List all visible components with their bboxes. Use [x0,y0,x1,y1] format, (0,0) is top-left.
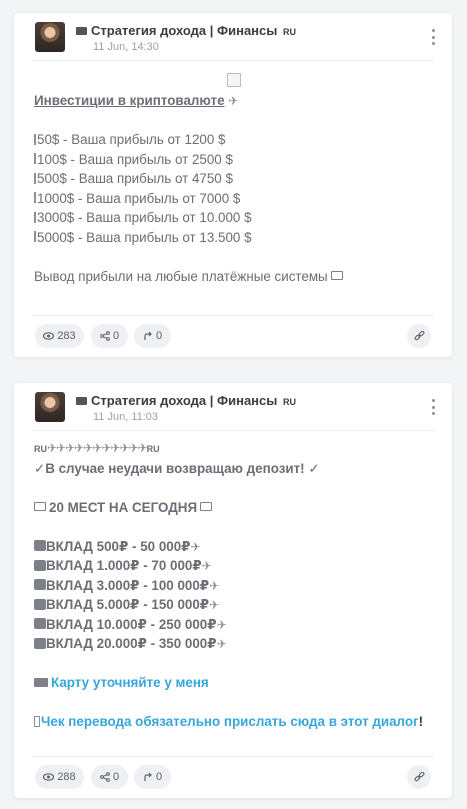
views-count: 288 [57,771,76,783]
views-counter[interactable]: 288 [35,765,84,789]
rocket-icon: ✈ [216,617,227,632]
flag-icon [76,26,87,35]
receipt-line: Чек перевода обязательно прислать сюда в… [34,712,434,732]
rocket-row-icons: ✈✈✈✈✈✈✈✈✈✈✈ [47,441,148,455]
post-body: Инвестиции в криптовалюте ✈ 50$ - Ваша п… [32,73,434,286]
emoji-box-icon [330,271,343,281]
deposit-line: ВКЛАД 500₽ - 50 000₽✈ [34,537,434,557]
post-card: Стратегия дохода | Финансы RU 11 Jun, 11… [14,383,452,798]
shares-counter[interactable]: 0 [91,765,128,789]
receipt-icon [34,715,40,727]
eye-icon [43,773,55,781]
tier-line: 1000$ - Ваша прибыль от 7000 $ [34,189,434,209]
views-count: 283 [57,330,76,342]
money-icon [34,618,46,630]
deposit-line: ВКЛАД 1.000₽ - 70 000₽✈ [34,556,434,576]
shares-counter[interactable]: 0 [91,324,128,348]
forward-icon [144,772,152,781]
tier-line: 5000$ - Ваша прибыль от 13.500 $ [34,228,434,248]
receipt-text: Чек перевода обязательно прислать сюда в… [41,714,419,729]
rocket-icon: ✈ [190,539,201,554]
copy-link-button[interactable] [407,765,431,789]
post-body: RU✈✈✈✈✈✈✈✈✈✈✈RU ✓В случае неудачи возвра… [32,431,434,732]
eye-icon [43,332,55,340]
post-footer: 288 0 0 [32,756,434,798]
views-counter[interactable]: 283 [35,324,84,348]
language-tag: RU [283,397,296,407]
channel-avatar[interactable] [35,392,65,422]
seats-line: 20 МЕСТ НА СЕГОДНЯ [34,498,434,518]
forwards-count: 0 [155,330,163,342]
withdraw-line: Вывод прибыли на любые платёжные системы [34,267,434,287]
rocket-icon: ✈ [209,578,220,593]
rocket-icon: ✈ [228,94,239,108]
shares-count: 0 [112,771,120,783]
forward-icon [144,331,152,340]
language-tag: RU [283,27,296,37]
post-card: Стратегия дохода | Финансы RU 11 Jun, 14… [14,13,452,357]
money-icon [34,637,46,649]
money-icon [34,559,46,571]
bar-icon [34,172,36,184]
emoji-box-icon [200,502,213,512]
kebab-menu-icon[interactable] [428,399,438,415]
bar-icon [34,133,36,145]
post-footer: 283 0 0 [32,315,434,357]
bar-icon [34,192,36,204]
rocket-icon: ✈ [216,637,227,651]
post-date: 11 Jun, 11:03 [93,411,159,423]
bar-icon [34,231,36,243]
channel-name-text: Стратегия дохода | Финансы [91,393,278,408]
share-icon [100,331,110,341]
kebab-menu-icon[interactable] [428,29,438,45]
deposit-line: ВКЛАД 5.000₽ - 150 000₽✈ [34,595,434,615]
credit-card-icon [34,677,48,687]
bar-icon [34,211,36,223]
rocket-row: RU✈✈✈✈✈✈✈✈✈✈✈RU [34,441,160,455]
copy-link-button[interactable] [407,324,431,348]
broken-image-icon [227,73,241,87]
shares-count: 0 [112,330,120,342]
flag-icon [76,396,87,405]
deposit-line: ВКЛАД 10.000₽ - 250 000₽✈ [34,615,434,635]
post-header: Стратегия дохода | Финансы RU 11 Jun, 14… [32,13,435,61]
post-header: Стратегия дохода | Финансы RU 11 Jun, 11… [32,383,435,431]
forwards-count: 0 [155,771,163,783]
forwards-counter[interactable]: 0 [134,765,171,789]
card-line: Карту уточняйте у меня [34,673,434,693]
link-icon [414,330,424,340]
emoji-box-icon [34,502,46,512]
deposit-line: ВКЛАД 3.000₽ - 100 000₽✈ [34,576,434,596]
tier-line: 500$ - Ваша прибыль от 4750 $ [34,169,434,189]
card-text: Карту уточняйте у меня [51,675,209,690]
post-heading-link[interactable]: Инвестиции в криптовалюте [34,93,225,108]
money-icon [34,598,46,610]
post-date: 11 Jun, 14:30 [93,41,159,53]
guarantee-line: ✓В случае неудачи возвращаю депозит! ✓ [34,460,320,476]
forwards-counter[interactable]: 0 [134,324,171,348]
post-heading: Инвестиции в криптовалюте ✈ [34,91,434,111]
channel-name[interactable]: Стратегия дохода | Финансы RU [76,393,296,408]
channel-name[interactable]: Стратегия дохода | Финансы RU [76,23,296,38]
money-icon [34,579,46,591]
tier-line: 100$ - Ваша прибыль от 2500 $ [34,150,434,170]
tier-line: 50$ - Ваша прибыль от 1200 $ [34,130,434,150]
bar-icon [34,153,36,165]
channel-avatar[interactable] [35,22,65,52]
link-icon [414,771,424,781]
money-icon [34,540,46,552]
tier-line: 3000$ - Ваша прибыль от 10.000 $ [34,208,434,228]
rocket-icon: ✈ [201,559,212,573]
channel-name-text: Стратегия дохода | Финансы [91,23,278,38]
rocket-icon: ✈ [209,598,220,612]
deposit-line: ВКЛАД 20.000₽ - 350 000₽✈ [34,634,434,654]
share-icon [100,772,110,782]
